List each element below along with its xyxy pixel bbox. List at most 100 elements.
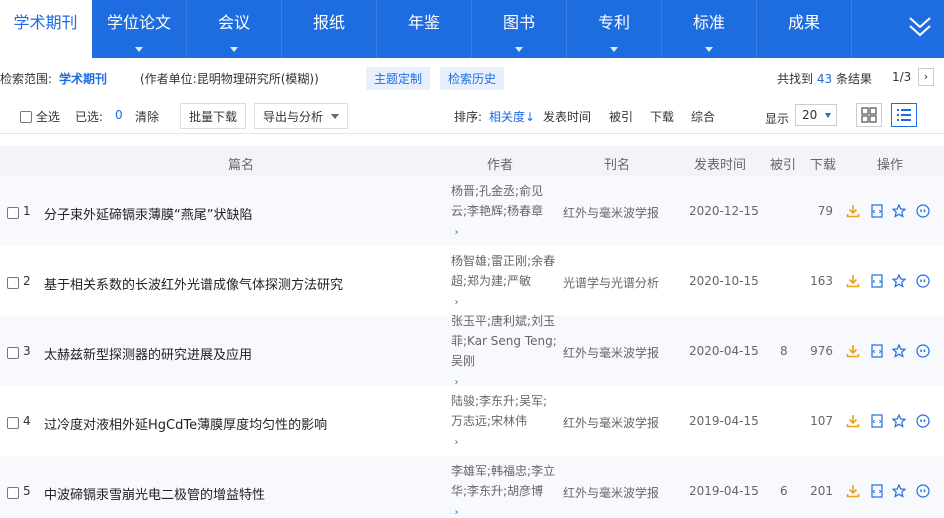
row-checkbox[interactable] [7,206,19,220]
sort-date[interactable]: 发表时间 [543,108,591,125]
expand-authors-icon[interactable]: › [451,431,557,451]
row-checkbox[interactable] [7,486,19,500]
topic-custom-button[interactable]: 主题定制 [366,67,431,90]
download-icon[interactable] [846,204,860,221]
html-read-icon[interactable] [870,274,884,291]
search-history-button[interactable]: 检索历史 [440,67,505,90]
download-icon[interactable] [846,274,860,291]
select-all-checkbox[interactable] [20,111,32,123]
journal-name-link[interactable]: 红外与毫米波学报 [563,414,659,431]
author-line[interactable]: 杨晋;孔金丞;俞见 [451,181,557,201]
cite-quote-icon[interactable] [916,274,930,291]
nav-tab-label: 专利 [597,13,630,32]
row-checkbox[interactable] [7,276,19,290]
article-title-link[interactable]: 太赫兹新型探测器的研究进展及应用 [44,344,252,363]
selected-count: 0 [115,108,123,122]
download-icon[interactable] [846,414,860,431]
nav-tab-8[interactable]: 成果 [757,0,852,58]
download-count: 201 [810,484,833,498]
nav-tab-1[interactable]: 学位论文 [92,0,187,58]
nav-tab-2[interactable]: 会议 [187,0,282,58]
row-operations [846,456,944,518]
nav-tab-3[interactable]: 报纸 [282,0,377,58]
search-condition: (作者单位:昆明物理研究所(模糊)) [140,72,319,86]
sort-relevance[interactable]: 相关度↓ [489,108,535,125]
header-cited: 被引 [770,158,797,173]
author-line[interactable]: 菲;Kar Seng Teng; [451,331,557,351]
nav-tab-7[interactable]: 标准 [662,0,757,58]
journal-name-link[interactable]: 红外与毫米波学报 [563,344,659,361]
html-read-icon[interactable] [870,414,884,431]
author-list: 杨晋;孔金丞;俞见 云;李艳辉;杨春章 › [451,181,557,241]
nav-tab-5[interactable]: 图书 [472,0,567,58]
table-row: 2 基于相关系数的长波红外光谱成像气体探测方法研究 杨智雄;雷正刚;余春 超;郑为建;… [0,246,944,316]
journal-name-link[interactable]: 光谱学与光谱分析 [563,274,659,291]
publish-date: 2020-10-15 [689,274,759,288]
favorite-star-icon[interactable] [891,483,907,501]
search-scope-bar: 检索范围: 学术期刊 (作者单位:昆明物理研究所(模糊)) 主题定制 检索历史 … [0,64,944,92]
html-read-icon[interactable] [870,344,884,361]
export-analyze-button[interactable]: 导出与分析 [254,103,348,129]
cite-quote-icon[interactable] [916,204,930,221]
article-title-link[interactable]: 中波碲镉汞雪崩光电二极管的增益特性 [44,484,265,503]
author-line[interactable]: 吴刚 [451,351,557,371]
download-icon[interactable] [846,344,860,361]
nav-tab-4[interactable]: 年鉴 [377,0,472,58]
scope-value[interactable]: 学术期刊 [59,70,107,87]
expand-authors-icon[interactable]: › [451,501,557,518]
author-line[interactable]: 云;李艳辉;杨春章 [451,201,557,221]
favorite-star-icon[interactable] [891,273,907,291]
nav-tab-6[interactable]: 专利 [567,0,662,58]
download-count: 163 [810,274,833,288]
author-line[interactable]: 超;郑为建;严敏 [451,271,557,291]
nav-tab-0[interactable]: 学术期刊 [0,0,92,58]
html-read-icon[interactable] [870,204,884,221]
page-size-select[interactable]: 20 [795,104,837,126]
favorite-star-icon[interactable] [891,343,907,361]
download-icon[interactable] [846,484,860,501]
journal-name-link[interactable]: 红外与毫米波学报 [563,484,659,501]
cited-count[interactable]: 6 [780,484,788,498]
article-title-link[interactable]: 过冷度对液相外延HgCdTe薄膜厚度均匀性的影响 [44,414,327,433]
result-count-number: 43 [816,72,833,86]
article-title-link[interactable]: 基于相关系数的长波红外光谱成像气体探测方法研究 [44,274,343,293]
author-line[interactable]: 张玉平;唐利斌;刘玉 [451,311,557,331]
download-count: 79 [817,204,833,218]
article-title-link[interactable]: 分子束外延碲镉汞薄膜“燕尾”状缺陷 [44,204,252,223]
nav-tab-label: 学位论文 [106,13,171,32]
cite-quote-icon[interactable] [916,414,930,431]
author-line[interactable]: 李雄军;韩福忠;李立 [451,461,557,481]
author-line[interactable]: 陆骏;李东升;吴军; [451,391,557,411]
sort-download[interactable]: 下载 [650,108,674,125]
next-page-button[interactable]: › [918,68,934,86]
html-read-icon[interactable] [870,484,884,501]
row-checkbox[interactable] [7,416,19,430]
sort-label: 排序: [454,110,483,124]
author-line[interactable]: 华;李东升;胡彦博 [451,481,557,501]
row-checkbox[interactable] [7,346,19,360]
favorite-star-icon[interactable] [891,413,907,431]
sort-cited[interactable]: 被引 [609,108,633,125]
row-operations [846,246,944,316]
caret-down-icon [230,47,238,52]
journal-name-link[interactable]: 红外与毫米波学报 [563,204,659,221]
grid-view-icon[interactable] [856,103,882,127]
cite-quote-icon[interactable] [916,484,930,501]
table-header: 篇名 作者 刊名 发表时间 被引 下载 操作 [0,146,944,180]
row-operations [846,176,944,246]
clear-button[interactable]: 清除 [135,108,159,125]
list-view-icon[interactable] [891,103,917,127]
expand-more-icon[interactable] [906,12,934,42]
select-all[interactable]: 全选 [20,108,60,125]
author-line[interactable]: 杨智雄;雷正刚;余春 [451,251,557,271]
batch-download-button[interactable]: 批量下载 [180,103,247,129]
table-row: 4 过冷度对液相外延HgCdTe薄膜厚度均匀性的影响 陆骏;李东升;吴军; 万志远;宋… [0,386,944,456]
cite-quote-icon[interactable] [916,344,930,361]
chevron-down-icon [330,114,339,119]
favorite-star-icon[interactable] [891,203,907,221]
expand-authors-icon[interactable]: › [451,291,557,311]
expand-authors-icon[interactable]: › [451,221,557,241]
sort-overall[interactable]: 综合 [691,108,715,125]
cited-count[interactable]: 8 [780,344,788,358]
author-line[interactable]: 万志远;宋林伟 [451,411,557,431]
